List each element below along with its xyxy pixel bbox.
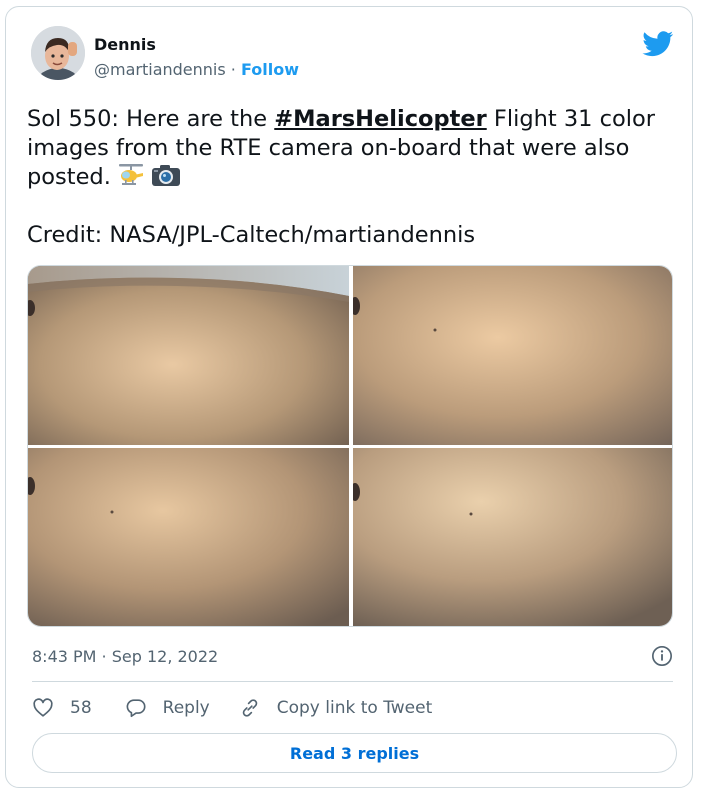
helicopter-emoji-icon <box>119 164 144 185</box>
avatar[interactable] <box>31 26 85 80</box>
media-grid <box>27 265 673 627</box>
divider <box>32 681 673 682</box>
read-replies-button[interactable]: Read 3 replies <box>32 733 677 773</box>
author-name[interactable]: Dennis <box>94 35 299 54</box>
mars-image-1[interactable] <box>28 266 349 445</box>
mars-image-2[interactable] <box>353 266 672 445</box>
tweet-text-prefix: Sol 550: Here are the <box>27 106 275 132</box>
tweet-text: Sol 550: Here are the #MarsHelicopter Fl… <box>27 105 667 250</box>
heart-icon <box>33 698 53 717</box>
tweet-card: Dennis @martiandennis · Follow Sol 550: … <box>5 6 693 788</box>
author-handle[interactable]: @martiandennis <box>94 60 226 79</box>
copy-link-button[interactable]: Copy link to Tweet <box>239 697 433 719</box>
credit-line: Credit: NASA/JPL-Caltech/martiandennis <box>27 222 476 248</box>
reply-button[interactable]: Reply <box>125 697 210 719</box>
follow-button[interactable]: Follow <box>241 60 299 79</box>
mars-image-4[interactable] <box>353 448 672 626</box>
reply-label: Reply <box>162 698 210 718</box>
info-icon[interactable] <box>651 645 673 667</box>
hashtag-link[interactable]: #MarsHelicopter <box>274 106 486 132</box>
camera-emoji-icon <box>152 165 181 186</box>
tweet-timestamp[interactable]: 8:43 PM · Sep 12, 2022 <box>32 647 218 666</box>
handle-separator: · <box>230 60 236 80</box>
mars-image-3[interactable] <box>28 448 349 626</box>
link-icon <box>242 699 257 717</box>
reply-bubble-icon <box>126 699 146 718</box>
copy-link-label: Copy link to Tweet <box>276 698 433 718</box>
tweet-actions: 58 Reply Copy link to Tweet <box>32 693 432 723</box>
like-button[interactable]: 58 <box>32 697 92 719</box>
author-block: Dennis @martiandennis · Follow <box>94 35 299 79</box>
like-count: 58 <box>70 698 92 718</box>
twitter-bird-icon[interactable] <box>642 31 674 57</box>
author-handle-row: @martiandennis · Follow <box>94 60 299 79</box>
